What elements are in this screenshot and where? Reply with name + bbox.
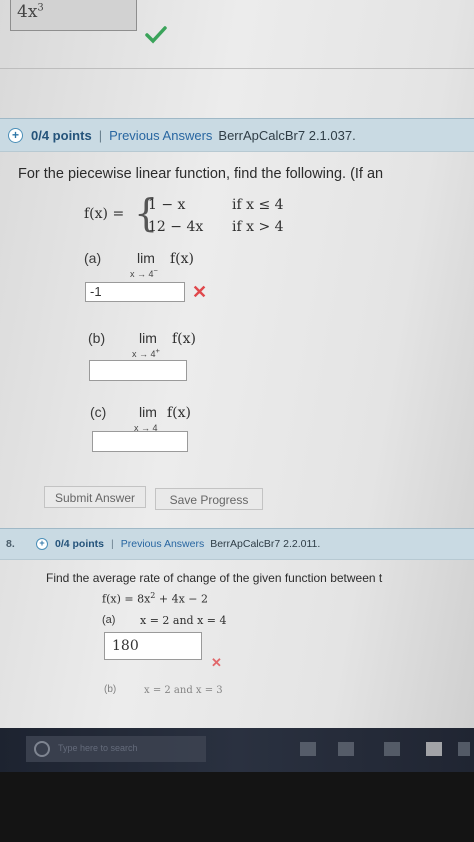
part-a-answer-input[interactable]: 180 bbox=[104, 632, 202, 660]
previous-answer-value: 4x3 bbox=[17, 2, 44, 22]
wrong-answer-x-icon: ✕ bbox=[211, 655, 222, 670]
piece1-condition: if x ≤ 4 bbox=[232, 197, 284, 213]
part-a-interval: x = 2 and x = 4 bbox=[140, 614, 227, 627]
save-progress-button[interactable]: Save Progress bbox=[155, 488, 263, 510]
part-c-answer-input[interactable] bbox=[92, 431, 188, 452]
part-b-label: (b) bbox=[104, 684, 117, 695]
question-header-7: + 0/4 points | Previous Answers BerrApCa… bbox=[0, 118, 474, 152]
part-a-lim-subscript: x → 4− bbox=[130, 266, 158, 279]
piece1-expression: 1 − x bbox=[148, 197, 186, 213]
folder-icon[interactable] bbox=[384, 742, 400, 756]
taskbar: Type here to search bbox=[0, 728, 474, 772]
task-view-icon[interactable] bbox=[300, 742, 316, 756]
part-a-answer-input[interactable]: -1 bbox=[85, 282, 185, 302]
previous-answer-box[interactable]: 4x3 bbox=[10, 0, 137, 31]
part-b-interval: x = 2 and x = 3 bbox=[144, 685, 223, 696]
taskbar-search[interactable]: Type here to search bbox=[26, 736, 206, 762]
header-separator: | bbox=[111, 538, 114, 550]
wrong-answer-x-icon: ✕ bbox=[192, 282, 208, 302]
points-label: 0/4 points bbox=[31, 127, 92, 143]
divider bbox=[0, 68, 474, 69]
previous-answers-link[interactable]: Previous Answers bbox=[109, 128, 212, 143]
part-b-lim-subscript: x → 4+ bbox=[132, 346, 160, 359]
part-a-label: (a) bbox=[84, 250, 102, 266]
question-prompt: For the piecewise linear function, find … bbox=[18, 166, 384, 182]
submit-answer-button[interactable]: Submit Answer bbox=[44, 486, 146, 508]
piece2-condition: if x > 4 bbox=[232, 219, 284, 235]
part-a-lim: lim bbox=[137, 250, 155, 266]
store-icon[interactable] bbox=[426, 742, 442, 756]
expand-plus-icon[interactable]: + bbox=[8, 127, 23, 143]
app-icon[interactable] bbox=[458, 742, 470, 756]
part-c-function: f(x) bbox=[167, 405, 192, 421]
part-b-function: f(x) bbox=[172, 331, 197, 347]
expand-plus-icon[interactable]: + bbox=[36, 538, 48, 550]
part-c-label: (c) bbox=[90, 404, 107, 420]
question-number: 8. bbox=[6, 538, 15, 550]
part-a-label: (a) bbox=[102, 614, 116, 626]
part-b-label: (b) bbox=[88, 330, 106, 346]
edge-icon[interactable] bbox=[338, 742, 354, 756]
points-label: 0/4 points bbox=[55, 538, 105, 550]
part-c-lim: lim bbox=[139, 404, 157, 420]
checkmark-icon bbox=[145, 26, 167, 44]
header-separator: | bbox=[98, 127, 103, 143]
function-definition: f(x) = 8x2 + 4x − 2 bbox=[102, 591, 208, 606]
question-prompt: Find the average rate of change of the g… bbox=[46, 571, 383, 585]
question-code: BerrApCalcBr7 2.2.011. bbox=[210, 538, 321, 550]
question-code: BerrApCalcBr7 2.1.037. bbox=[218, 127, 356, 143]
previous-answers-link[interactable]: Previous Answers bbox=[121, 538, 204, 550]
question-header-8: 8. + 0/4 points | Previous Answers BerrA… bbox=[0, 528, 474, 560]
part-b-answer-input[interactable] bbox=[89, 360, 187, 381]
browser-page: 4x3 + 0/4 points | Previous Answers Berr… bbox=[0, 0, 474, 760]
function-name: f(x) = bbox=[84, 206, 125, 222]
part-b-lim: lim bbox=[139, 330, 157, 346]
search-placeholder: Type here to search bbox=[58, 743, 138, 753]
part-a-function: f(x) bbox=[170, 251, 195, 267]
piece2-expression: 12 − 4x bbox=[148, 219, 204, 235]
cortana-circle-icon bbox=[34, 741, 50, 757]
